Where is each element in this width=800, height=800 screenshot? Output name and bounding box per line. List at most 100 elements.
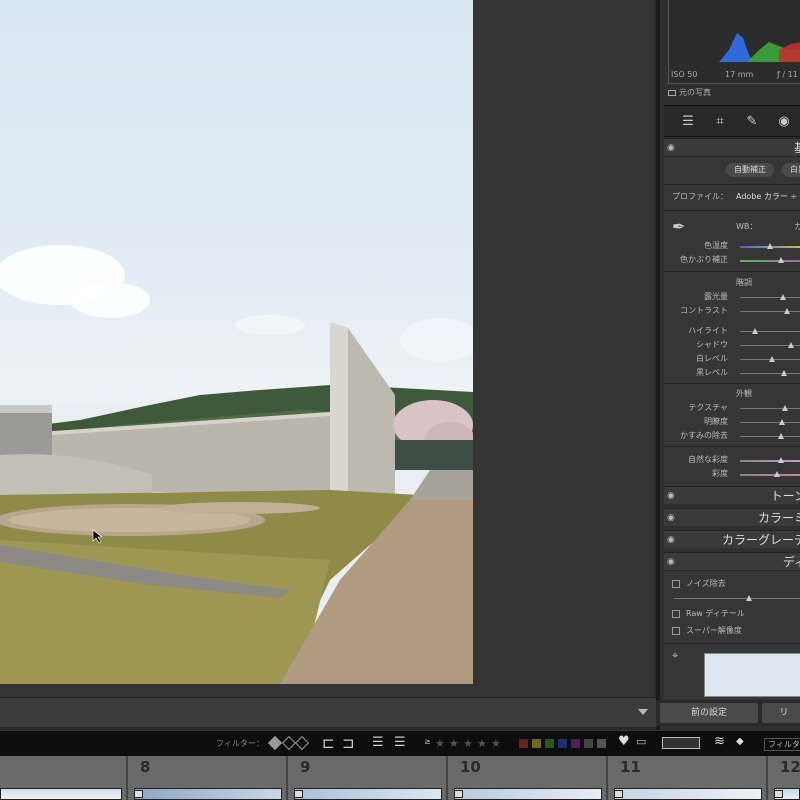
comment-icon[interactable]: ▭ — [636, 735, 646, 748]
tone-curve-header[interactable]: ◉ トーン — [664, 486, 800, 504]
tint-slider[interactable] — [740, 257, 800, 263]
heart-icon[interactable]: ♥ — [618, 734, 630, 749]
saturation-label: 彩度 — [712, 469, 728, 478]
temp-slider[interactable] — [740, 243, 800, 249]
dehaze-label: かすみの除去 — [680, 431, 728, 440]
blue-label-icon[interactable] — [558, 739, 567, 748]
presence-group-label: 外観 — [736, 389, 752, 398]
profile-select[interactable]: Adobe カラー ÷ — [736, 191, 797, 202]
none-label-icon[interactable] — [597, 739, 606, 748]
diamond-icon[interactable]: ◆ — [736, 736, 744, 747]
detail-preview[interactable] — [704, 653, 800, 697]
detail-header[interactable]: ◉ ディ — [664, 552, 800, 570]
eraser-icon[interactable]: ✎ — [744, 114, 760, 130]
shadows-slider[interactable] — [740, 342, 800, 348]
clarity-slider[interactable] — [740, 419, 800, 425]
loupe-background — [473, 0, 654, 697]
photo-bottom-gap — [0, 684, 473, 697]
photo-preview[interactable] — [0, 0, 473, 684]
copy-icon[interactable]: ⊏ — [322, 734, 335, 752]
original-photo-toggle[interactable]: 元の写真 — [668, 87, 711, 98]
flag-reject-icon[interactable] — [294, 735, 310, 751]
gray-label-icon[interactable] — [584, 739, 593, 748]
eye-icon[interactable]: ◉ — [667, 487, 675, 504]
chevron-down-icon[interactable] — [638, 709, 648, 715]
filmstrip-frame[interactable]: 12 — [768, 756, 800, 800]
flag-pick-icon[interactable] — [267, 735, 283, 751]
star-icon[interactable]: ★ — [435, 737, 445, 750]
contrast-slider[interactable] — [740, 308, 800, 314]
highlights-slider[interactable] — [740, 328, 800, 334]
clarity-label: 明瞭度 — [704, 417, 728, 426]
edit-sliders-icon[interactable]: ☰ — [680, 114, 696, 130]
star-icon[interactable]: ★ — [477, 737, 487, 750]
stack-icon[interactable]: ≋ — [714, 734, 725, 749]
blacks-slider[interactable] — [740, 370, 800, 376]
auto-button[interactable]: 自動補正 — [726, 163, 774, 177]
red-label-icon[interactable] — [519, 739, 528, 748]
filter-preset[interactable]: フィルタ — [764, 738, 800, 751]
histogram: ISO 50 17 mm ƒ / 11 — [668, 0, 800, 84]
paste-icon[interactable]: ⊐ — [342, 734, 355, 752]
histogram-focal: 17 mm — [725, 70, 754, 79]
edited-badge-icon — [454, 790, 463, 798]
basic-section-header[interactable]: ◉ 基 — [664, 138, 800, 156]
histogram-iso: ISO 50 — [671, 70, 698, 79]
sliders-alt-icon[interactable]: ☰ — [394, 735, 406, 750]
previous-settings-button[interactable]: 前の設定 — [660, 703, 758, 723]
highlights-label: ハイライト — [688, 326, 728, 335]
noise-checkbox[interactable] — [672, 580, 680, 588]
filmstrip-frame[interactable]: 8 — [128, 756, 288, 800]
filmstrip-frame[interactable]: 9 — [288, 756, 448, 800]
profile-label: プロファイル： — [672, 192, 728, 201]
bw-button[interactable]: 白黒 — [782, 163, 800, 177]
filmstrip-frame[interactable]: 11 — [608, 756, 768, 800]
view-mode-icon[interactable] — [662, 737, 700, 749]
exposure-slider[interactable] — [740, 294, 800, 300]
color-grading-header[interactable]: ◉ カラーグレーデ — [664, 530, 800, 548]
temp-label: 色温度 — [704, 241, 728, 250]
green-label-icon[interactable] — [545, 739, 554, 748]
raw-detail-checkbox[interactable] — [672, 610, 680, 618]
wb-value[interactable]: カ — [794, 221, 800, 232]
tone-group-label: 階調 — [736, 278, 752, 287]
sliders-icon[interactable]: ☰ — [372, 735, 384, 750]
blacks-label: 黒レベル — [696, 368, 728, 377]
eye-icon[interactable]: ◉ — [667, 531, 675, 548]
whites-slider[interactable] — [740, 356, 800, 362]
eye-icon[interactable]: ◉ — [667, 553, 675, 570]
filmstrip-frame[interactable]: 10 — [448, 756, 608, 800]
photo-image — [0, 245, 473, 684]
yellow-label-icon[interactable] — [532, 739, 541, 748]
eye-icon[interactable]: ◉ — [667, 139, 675, 156]
texture-slider[interactable] — [740, 405, 800, 411]
crop-icon[interactable]: ⌗ — [712, 114, 728, 130]
star-icon[interactable]: ★ — [491, 737, 501, 750]
wb-label: WB： — [736, 222, 758, 231]
eye-icon[interactable]: ◉ — [667, 509, 675, 526]
tint-label: 色かぶり補正 — [680, 255, 728, 264]
purple-label-icon[interactable] — [571, 739, 580, 748]
saturation-slider[interactable] — [740, 471, 800, 477]
target-icon[interactable]: ⌖ — [672, 649, 678, 663]
star-icon[interactable]: ★ — [449, 737, 459, 750]
vibrance-slider[interactable] — [740, 457, 800, 463]
super-res-checkbox[interactable] — [672, 627, 680, 635]
color-mixer-header[interactable]: ◉ カラーミ — [664, 508, 800, 526]
filmstrip-filter-bar: フィルター： ⊏ ⊐ ☰ ☰ ≥ ★ ★ ★ ★ ★ ♥ ▭ ≋ ◆ フィルタ — [0, 730, 800, 756]
dehaze-slider[interactable] — [740, 433, 800, 439]
reset-button[interactable]: リ — [762, 703, 800, 723]
edited-badge-icon — [134, 790, 143, 798]
original-checkbox-icon[interactable] — [668, 89, 676, 96]
filmstrip-frame[interactable] — [0, 756, 128, 800]
red-eye-icon[interactable]: ◉ — [776, 114, 792, 130]
eyedropper-icon[interactable]: ✒ — [672, 217, 685, 236]
loupe-toolbar — [0, 697, 656, 727]
texture-label: テクスチャ — [688, 403, 728, 412]
whites-label: 白レベル — [696, 354, 728, 363]
histogram-graph — [669, 33, 800, 62]
detail-panel-body: ノイズ除去 Raw ディテール スーパー解像度 ⌖ — [664, 570, 800, 700]
bottom-buttons: 前の設定 リ — [656, 700, 800, 726]
noise-slider[interactable] — [674, 595, 800, 601]
star-icon[interactable]: ★ — [463, 737, 473, 750]
